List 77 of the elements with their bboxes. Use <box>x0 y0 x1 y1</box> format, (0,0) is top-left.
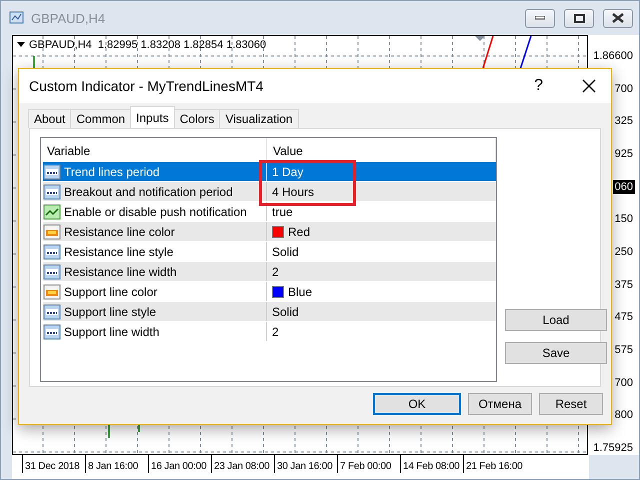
variable-name: Breakout and notification period <box>64 184 233 198</box>
price-label: 575 <box>614 342 634 357</box>
dialog-button[interactable]: Отмена <box>468 393 532 415</box>
tab[interactable]: Inputs <box>130 106 175 128</box>
number-type-icon <box>43 164 61 180</box>
time-label: 14 Feb 08:00 <box>400 455 463 473</box>
time-label: 30 Jan 16:00 <box>274 455 337 473</box>
tab[interactable]: About <box>28 109 72 128</box>
price-label: 060 <box>612 180 635 194</box>
variable-name: Support line width <box>64 324 160 338</box>
number-type-icon <box>43 324 61 340</box>
toggle-type-icon <box>43 204 61 220</box>
price-label: 925 <box>614 146 634 161</box>
time-label: 23 Jan 08:00 <box>211 455 274 473</box>
price-label: 375 <box>614 278 634 292</box>
candle-mark <box>108 424 110 438</box>
table-row[interactable]: Resistance line width 2 <box>43 262 496 282</box>
minimize-icon <box>535 16 545 20</box>
number-type-icon <box>43 244 61 260</box>
variable-value: Solid <box>272 304 299 318</box>
table-row[interactable]: Breakout and notification period 4 Hours <box>43 182 496 202</box>
variable-name: Resistance line style <box>64 244 174 258</box>
candle-mark <box>33 56 35 70</box>
number-type-icon <box>43 184 61 200</box>
price-label: 700 <box>614 376 634 390</box>
table-row[interactable]: Resistance line color Red <box>43 222 496 242</box>
price-label: 250 <box>614 244 634 259</box>
variable-name: Resistance line width <box>64 264 177 278</box>
variable-value: Blue <box>288 284 312 298</box>
price-label: 475 <box>614 310 634 324</box>
time-label: 16 Jan 00:00 <box>148 455 211 473</box>
side-button[interactable]: Load <box>505 309 607 331</box>
price-label: 700 <box>614 82 634 96</box>
symbol-info: GBPAUD,H4 1.82995 1.83208 1.82854 1.83060 <box>29 39 266 51</box>
trend-line <box>482 36 494 68</box>
variable-value: true <box>272 204 293 218</box>
close-icon <box>612 13 624 23</box>
price-label: 150 <box>614 212 634 226</box>
number-type-icon <box>43 304 61 320</box>
variable-name: Resistance line color <box>64 224 175 238</box>
variable-name: Support line style <box>64 304 156 318</box>
tab[interactable]: Visualization <box>219 109 299 128</box>
variable-name: Support line color <box>64 284 158 298</box>
close-icon <box>581 78 597 94</box>
dialog-button[interactable]: OK <box>373 393 461 415</box>
minimize-button[interactable] <box>525 8 555 28</box>
dialog-title: Custom Indicator - MyTrendLinesMT4 <box>29 78 264 94</box>
color-type-icon <box>43 224 61 240</box>
time-label: 7 Feb 00:00 <box>337 455 400 473</box>
price-label: 800 <box>614 408 634 422</box>
time-label: 8 Jan 16:00 <box>85 455 148 473</box>
price-label: 1.75925 <box>592 440 634 455</box>
maximize-icon <box>574 14 584 22</box>
chart-app-icon <box>9 10 25 26</box>
variable-value: 2 <box>272 324 279 338</box>
color-type-icon <box>43 284 61 300</box>
side-button[interactable]: Save <box>505 342 607 364</box>
variable-name: Trend lines period <box>64 164 160 178</box>
dropdown-icon[interactable] <box>17 42 25 48</box>
variable-name: Enable or disable push notification <box>64 204 247 218</box>
time-label: 31 Dec 2018 <box>22 455 85 473</box>
number-type-icon <box>43 264 61 280</box>
price-label: 325 <box>614 114 634 128</box>
variable-value: Red <box>288 224 310 238</box>
table-row[interactable]: Support line style Solid <box>43 302 496 322</box>
variable-value: Solid <box>272 244 299 258</box>
variable-value: 2 <box>272 264 279 278</box>
close-button[interactable] <box>603 8 633 28</box>
maximize-button[interactable] <box>564 8 594 28</box>
price-label: 1.86600 <box>592 49 634 63</box>
variable-value: 1 Day <box>272 164 304 178</box>
window-title: GBPAUD,H4 <box>31 10 106 26</box>
dialog-button[interactable]: Reset <box>539 393 603 415</box>
variable-value: 4 Hours <box>272 184 314 198</box>
time-label: 21 Feb 16:00 <box>463 455 526 473</box>
help-button[interactable]: ? <box>528 77 549 95</box>
table-row[interactable]: Trend lines period 1 Day <box>43 162 496 182</box>
